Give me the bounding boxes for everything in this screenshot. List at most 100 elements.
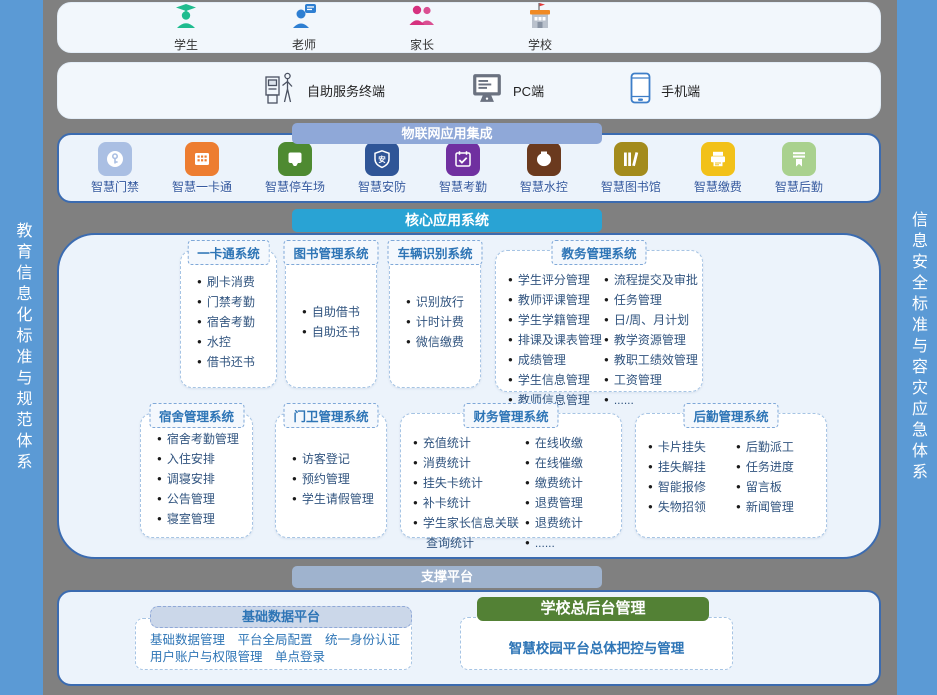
system-title: 门卫管理系统 bbox=[283, 403, 378, 428]
user-item-student: 学生 bbox=[158, 2, 214, 53]
iot-tile-onecard: 智慧一卡通 bbox=[172, 142, 232, 195]
school-admin-box: 智慧校园平台总体把控与管理 bbox=[460, 617, 733, 670]
device-label: 自助服务终端 bbox=[307, 81, 385, 100]
iot-tile-library: 智慧图书馆 bbox=[601, 142, 661, 195]
list-item: 充值统计 bbox=[413, 434, 523, 454]
list-item: 卡片挂失 bbox=[648, 438, 734, 458]
list-item: 留言板 bbox=[736, 478, 822, 498]
core-section-header: 核心应用系统 bbox=[292, 209, 602, 232]
system-box-vehicle: 车辆识别系统 识别放行计时计费微信缴费 bbox=[389, 250, 481, 388]
parking-icon bbox=[278, 142, 312, 176]
school-icon bbox=[525, 2, 555, 35]
system-box-gatekeeper: 门卫管理系统 访客登记预约管理学生请假管理 bbox=[275, 413, 387, 538]
door-access-icon bbox=[98, 142, 132, 176]
list-item: 成绩管理 bbox=[508, 351, 602, 371]
device-item-kiosk: 自助服务终端 bbox=[263, 70, 385, 111]
svg-text:安: 安 bbox=[378, 154, 386, 164]
device-item-pc: PC端 bbox=[471, 72, 544, 109]
list-item: 退费统计 bbox=[525, 514, 617, 534]
user-item-school: 学校 bbox=[512, 2, 568, 53]
logistics-icon bbox=[782, 142, 816, 176]
user-label: 家长 bbox=[410, 36, 434, 53]
list-item: 学生请假管理 bbox=[292, 490, 380, 510]
list-item: 日/周、月计划 bbox=[604, 311, 698, 331]
smart-campus-architecture-diagram: 教育信息化标准与规范体系 信息安全标准与容灾应急体系 学生 老师 家长 bbox=[0, 0, 937, 695]
devices-panel: 自助服务终端 PC端 手机端 bbox=[57, 62, 881, 119]
list-item: 任务管理 bbox=[604, 291, 698, 311]
right-sidebar: 信息安全标准与容灾应急体系 bbox=[897, 0, 937, 695]
list-item: 调寝安排 bbox=[157, 470, 246, 490]
system-title: 财务管理系统 bbox=[463, 403, 558, 428]
list-item: 借书还书 bbox=[197, 353, 270, 373]
list-item: 宿舍考勤管理 bbox=[157, 430, 246, 450]
iot-tile-label: 智慧门禁 bbox=[91, 178, 139, 195]
feature-list: 后勤派工任务进度留言板新闻管理 bbox=[736, 438, 822, 518]
list-item: 在线收缴 bbox=[525, 434, 617, 454]
list-item: 自助借书 bbox=[302, 303, 370, 323]
list-item: 挂失卡统计 bbox=[413, 474, 523, 494]
teacher-icon bbox=[290, 2, 318, 35]
list-item: 微信缴费 bbox=[406, 333, 474, 353]
user-label: 老师 bbox=[292, 36, 316, 53]
list-item: 流程提交及审批 bbox=[604, 271, 698, 291]
payment-terminal-icon bbox=[701, 142, 735, 176]
list-item: 失物招领 bbox=[648, 498, 734, 518]
device-label: PC端 bbox=[513, 81, 544, 100]
base-platform-line: 基础数据管理 平台全局配置 统一身份认证 bbox=[150, 632, 403, 649]
iot-tile-parking: 智慧停车场 bbox=[265, 142, 325, 195]
kiosk-icon bbox=[263, 70, 297, 111]
left-sidebar-label: 教育信息化标准与规范体系 bbox=[10, 222, 34, 474]
list-item: 入住安排 bbox=[157, 450, 246, 470]
list-item: 教学资源管理 bbox=[604, 331, 698, 351]
attendance-calendar-icon bbox=[446, 142, 480, 176]
parents-icon bbox=[408, 2, 436, 35]
device-label: 手机端 bbox=[661, 81, 700, 100]
list-item: 门禁考勤 bbox=[197, 293, 270, 313]
list-item: 后勤派工 bbox=[736, 438, 822, 458]
list-item: 计时计费 bbox=[406, 313, 474, 333]
list-item: 预约管理 bbox=[292, 470, 380, 490]
school-admin-description: 智慧校园平台总体把控与管理 bbox=[509, 637, 685, 657]
system-box-dormitory: 宿舍管理系统 宿舍考勤管理入住安排调寝安排公告管理寝室管理 bbox=[140, 413, 253, 538]
iot-tile-label: 智慧一卡通 bbox=[172, 178, 232, 195]
feature-list: 卡片挂失挂失解挂智能报修失物招领 bbox=[648, 438, 734, 518]
feature-list: 在线收缴在线催缴缴费统计退费管理退费统计...... bbox=[525, 434, 617, 554]
support-section-header: 支撑平台 bbox=[292, 566, 602, 588]
iot-tile-label: 智慧安防 bbox=[358, 178, 406, 195]
user-label: 学生 bbox=[174, 36, 198, 53]
iot-tile-attendance: 智慧考勤 bbox=[439, 142, 487, 195]
system-title: 一卡通系统 bbox=[187, 240, 270, 265]
list-item: 学生评分管理 bbox=[508, 271, 602, 291]
list-item: 刷卡消费 bbox=[197, 273, 270, 293]
base-platform-line: 用户账户与权限管理 单点登录 bbox=[150, 649, 403, 666]
user-label: 学校 bbox=[528, 36, 552, 53]
base-data-platform-title: 基础数据平台 bbox=[150, 606, 412, 628]
iot-tile-label: 智慧停车场 bbox=[265, 178, 325, 195]
feature-list: 刷卡消费门禁考勤宿舍考勤水控借书还书 bbox=[197, 273, 270, 373]
system-box-library: 图书管理系统 自助借书自助还书 bbox=[285, 250, 377, 388]
system-box-logistics: 后勤管理系统 卡片挂失挂失解挂智能报修失物招领 后勤派工任务进度留言板新闻管理 bbox=[635, 413, 827, 538]
iot-tile-label: 智慧缴费 bbox=[694, 178, 742, 195]
list-item: 教职工绩效管理 bbox=[604, 351, 698, 371]
list-item: 识别放行 bbox=[406, 293, 474, 313]
device-item-phone: 手机端 bbox=[630, 72, 700, 109]
pc-icon bbox=[471, 72, 503, 109]
iot-tile-label: 智慧后勤 bbox=[775, 178, 823, 195]
list-item: 退费管理 bbox=[525, 494, 617, 514]
system-box-onecard: 一卡通系统 刷卡消费门禁考勤宿舍考勤水控借书还书 bbox=[180, 250, 277, 388]
list-item: 智能报修 bbox=[648, 478, 734, 498]
list-item: 公告管理 bbox=[157, 490, 246, 510]
list-item: 新闻管理 bbox=[736, 498, 822, 518]
iot-tile-security: 安 智慧安防 bbox=[358, 142, 406, 195]
user-item-parents: 家长 bbox=[394, 2, 450, 53]
right-sidebar-label: 信息安全标准与容灾应急体系 bbox=[905, 211, 929, 484]
system-title: 图书管理系统 bbox=[283, 240, 378, 265]
list-item: 宿舍考勤 bbox=[197, 313, 270, 333]
student-icon bbox=[172, 2, 200, 35]
list-item: ...... bbox=[525, 534, 617, 554]
feature-list: 识别放行计时计费微信缴费 bbox=[406, 293, 474, 353]
list-item: 学生家长信息关联查询统计 bbox=[413, 514, 523, 553]
feature-list: 充值统计消费统计挂失卡统计补卡统计学生家长信息关联查询统计 bbox=[413, 434, 523, 554]
list-item: 访客登记 bbox=[292, 450, 380, 470]
list-item: 水控 bbox=[197, 333, 270, 353]
